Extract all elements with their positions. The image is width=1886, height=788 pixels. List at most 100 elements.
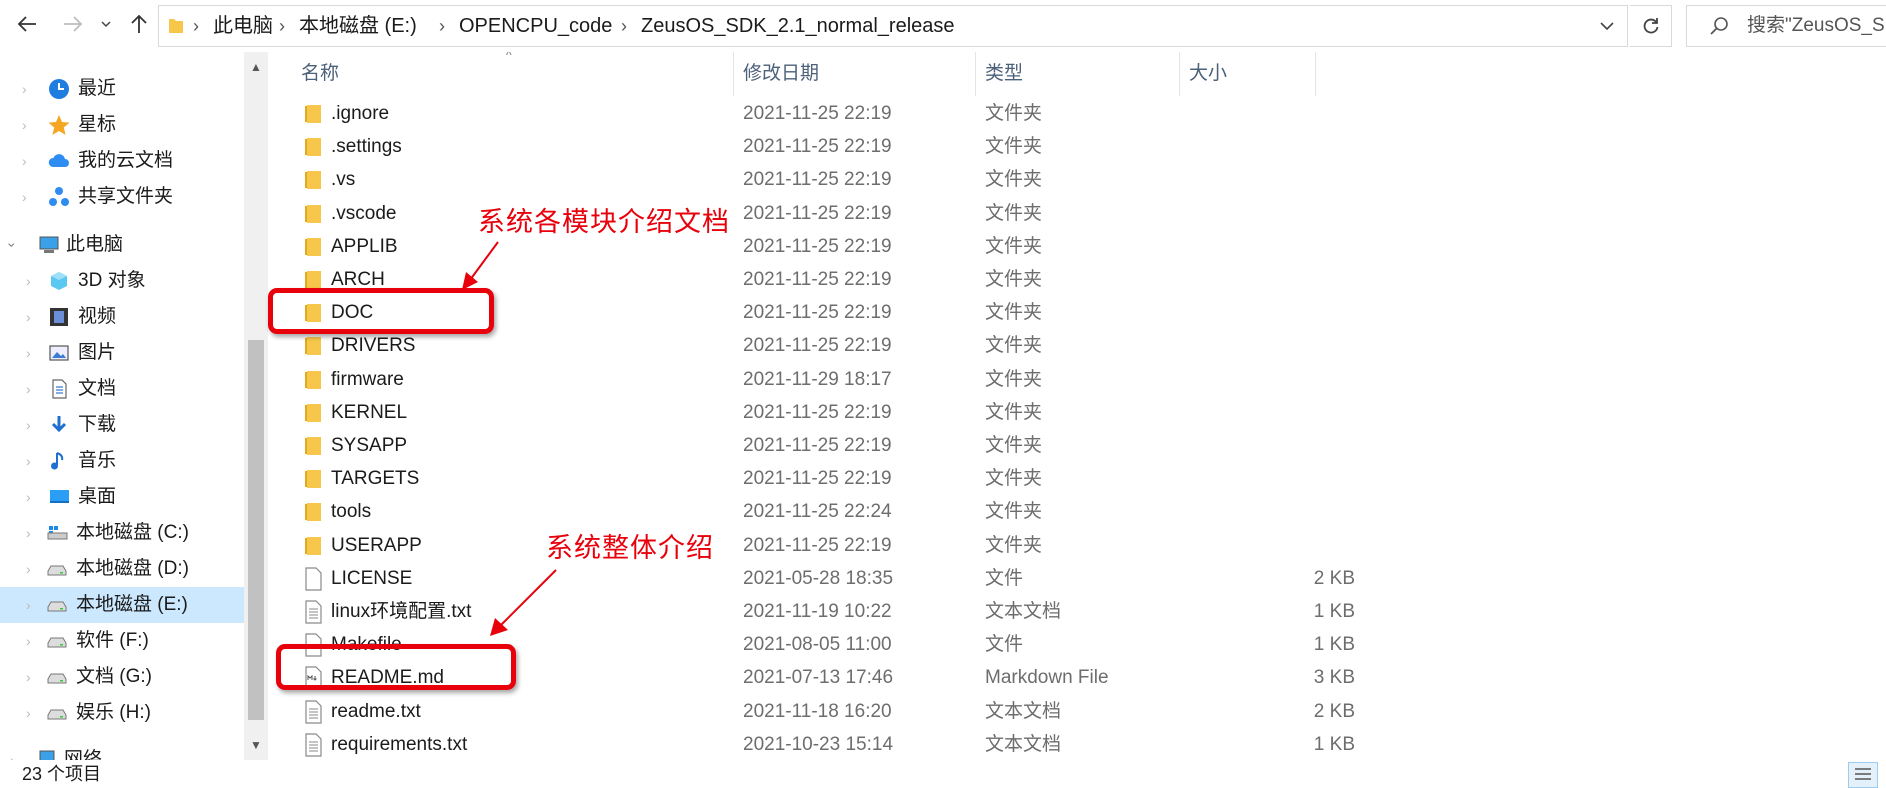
expand-chevron-icon[interactable]: ›: [26, 561, 31, 577]
expand-chevron-icon[interactable]: ›: [26, 705, 31, 721]
expand-chevron-icon[interactable]: ›: [26, 633, 31, 649]
expand-chevron-icon[interactable]: ›: [26, 597, 31, 613]
table-row[interactable]: ARCH 2021-11-25 22:19 文件夹: [285, 264, 1885, 296]
expand-chevron-icon[interactable]: ›: [22, 117, 27, 133]
breadcrumb-separator-icon[interactable]: ›: [279, 6, 285, 46]
column-header-date[interactable]: 修改日期: [743, 52, 819, 96]
nav-scrollbar[interactable]: ▲ ▼: [244, 52, 268, 760]
address-field[interactable]: › 此电脑 › 本地磁盘 (E:) › OPENCPU_code › ZeusO…: [158, 5, 1628, 47]
table-row[interactable]: tools 2021-11-25 22:24 文件夹: [285, 496, 1885, 528]
collapse-chevron-icon[interactable]: ›: [4, 243, 20, 248]
column-divider[interactable]: [975, 52, 976, 96]
table-row[interactable]: linux环境配置.txt 2021-11-19 10:22 文本文档 1 KB: [285, 596, 1885, 628]
table-row[interactable]: README.md 2021-07-13 17:46 Markdown File 3 …: [285, 662, 1885, 694]
nav-item-drive-c[interactable]: › 本地磁盘 (C:): [0, 515, 244, 551]
nav-item-drive-d[interactable]: › 本地磁盘 (D:): [0, 551, 244, 587]
file-name: USERAPP: [331, 534, 422, 556]
table-row[interactable]: firmware 2021-11-29 18:17 文件夹: [285, 364, 1885, 396]
file-type: 文本文档: [985, 700, 1062, 722]
details-view-button[interactable]: [1848, 762, 1878, 788]
expand-chevron-icon[interactable]: ›: [26, 273, 31, 289]
breadcrumb-separator-icon[interactable]: ›: [621, 6, 627, 46]
table-row[interactable]: DOC 2021-11-25 22:19 文件夹: [285, 297, 1885, 329]
file-type: 文件夹: [985, 202, 1043, 224]
folder-icon: [303, 235, 323, 259]
file-type: 文件: [985, 567, 1024, 589]
file-name: SYSAPP: [331, 435, 408, 456]
search-input[interactable]: 搜索"ZeusOS_SD: [1686, 5, 1886, 47]
table-row[interactable]: DRIVERS 2021-11-25 22:19 文件夹: [285, 330, 1885, 362]
scrollbar-thumb[interactable]: [248, 340, 264, 720]
nav-item-music[interactable]: › 音乐: [0, 443, 244, 479]
nav-item-pictures[interactable]: › 图片: [0, 335, 244, 371]
expand-chevron-icon[interactable]: ›: [22, 189, 27, 205]
table-row[interactable]: SYSAPP 2021-11-25 22:19 文件夹: [285, 430, 1885, 462]
nav-item-3d-objects[interactable]: › 3D 对象: [0, 263, 244, 299]
folder-icon: [303, 534, 323, 558]
refresh-button[interactable]: [1630, 5, 1672, 47]
expand-chevron-icon[interactable]: ›: [22, 153, 27, 169]
recent-locations-button[interactable]: [96, 8, 116, 40]
nav-item-drive-g[interactable]: › 文档 (G:): [0, 659, 244, 695]
file-size: [1305, 231, 1355, 263]
nav-item-label: 音乐: [78, 450, 117, 471]
nav-item-drive-h[interactable]: › 娱乐 (H:): [0, 695, 244, 731]
nav-item-downloads[interactable]: › 下载: [0, 407, 244, 443]
breadcrumb-this-pc[interactable]: 此电脑: [213, 6, 273, 46]
table-row[interactable]: USERAPP 2021-11-25 22:19 文件夹: [285, 530, 1885, 562]
table-row[interactable]: readme.txt 2021-11-18 16:20 文本文档 2 KB: [285, 696, 1885, 728]
item-count: 23 个项目: [22, 764, 102, 784]
file-type: 文件夹: [985, 435, 1043, 456]
forward-button[interactable]: [58, 8, 88, 40]
expand-chevron-icon[interactable]: ›: [26, 453, 31, 469]
table-row[interactable]: .vs 2021-11-25 22:19 文件夹: [285, 164, 1885, 196]
nav-item-recent[interactable]: › 最近: [0, 71, 244, 107]
breadcrumb-current-folder[interactable]: ZeusOS_SDK_2.1_normal_release: [641, 6, 955, 46]
column-divider[interactable]: [1179, 52, 1180, 96]
modified-date: 2021-11-25 22:19: [743, 269, 892, 290]
expand-chevron-icon[interactable]: ›: [10, 752, 15, 760]
modified-date: 2021-11-19 10:22: [743, 601, 892, 622]
table-row[interactable]: TARGETS 2021-11-25 22:19 文件夹: [285, 463, 1885, 495]
table-row[interactable]: requirements.txt 2021-10-23 15:14 文本文档 1 KB: [285, 729, 1885, 758]
expand-chevron-icon[interactable]: ›: [26, 381, 31, 397]
breadcrumb-separator-icon[interactable]: ›: [439, 6, 445, 46]
address-history-dropdown[interactable]: [1587, 6, 1627, 46]
readme-annotation-text: 系统整体介绍: [546, 533, 714, 564]
nav-item-starred[interactable]: › 星标: [0, 107, 244, 143]
back-button[interactable]: [12, 8, 42, 40]
expand-chevron-icon[interactable]: ›: [26, 525, 31, 541]
nav-item-desktop[interactable]: › 桌面: [0, 479, 244, 515]
column-divider[interactable]: [733, 52, 734, 96]
up-button[interactable]: [124, 8, 154, 40]
nav-item-videos[interactable]: › 视频: [0, 299, 244, 335]
table-row[interactable]: KERNEL 2021-11-25 22:19 文件夹: [285, 397, 1885, 429]
table-row[interactable]: Makefile 2021-08-05 11:00 文件 1 KB: [285, 629, 1885, 661]
scroll-down-icon[interactable]: ▼: [248, 736, 264, 754]
details-view-icon: [1855, 768, 1871, 780]
column-header-name[interactable]: 名称: [301, 52, 339, 96]
expand-chevron-icon[interactable]: ›: [26, 417, 31, 433]
table-row[interactable]: LICENSE 2021-05-28 18:35 文件 2 KB: [285, 563, 1885, 595]
nav-item-drive-f[interactable]: › 软件 (F:): [0, 623, 244, 659]
table-row[interactable]: .ignore 2021-11-25 22:19 文件夹: [285, 98, 1885, 130]
column-divider[interactable]: [1315, 52, 1316, 96]
expand-chevron-icon[interactable]: ›: [26, 669, 31, 685]
nav-item-this-pc[interactable]: › 此电脑: [0, 227, 244, 263]
breadcrumb-drive-e[interactable]: 本地磁盘 (E:): [299, 6, 417, 46]
expand-chevron-icon[interactable]: ›: [26, 489, 31, 505]
expand-chevron-icon[interactable]: ›: [22, 81, 27, 97]
expand-chevron-icon[interactable]: ›: [26, 309, 31, 325]
nav-item-cloud-docs[interactable]: › 我的云文档: [0, 143, 244, 179]
nav-item-shared-folder[interactable]: › 共享文件夹: [0, 179, 244, 215]
folder-icon: [303, 467, 323, 491]
column-header-size[interactable]: 大小: [1189, 52, 1227, 96]
nav-item-network[interactable]: › 网络: [0, 742, 244, 760]
nav-item-documents[interactable]: › 文档: [0, 371, 244, 407]
nav-item-drive-e[interactable]: › 本地磁盘 (E:): [0, 587, 244, 623]
scroll-up-icon[interactable]: ▲: [248, 58, 264, 76]
breadcrumb-opencpu-code[interactable]: OPENCPU_code: [459, 6, 612, 46]
table-row[interactable]: .settings 2021-11-25 22:19 文件夹: [285, 131, 1885, 163]
column-header-type[interactable]: 类型: [985, 52, 1023, 96]
expand-chevron-icon[interactable]: ›: [26, 345, 31, 361]
